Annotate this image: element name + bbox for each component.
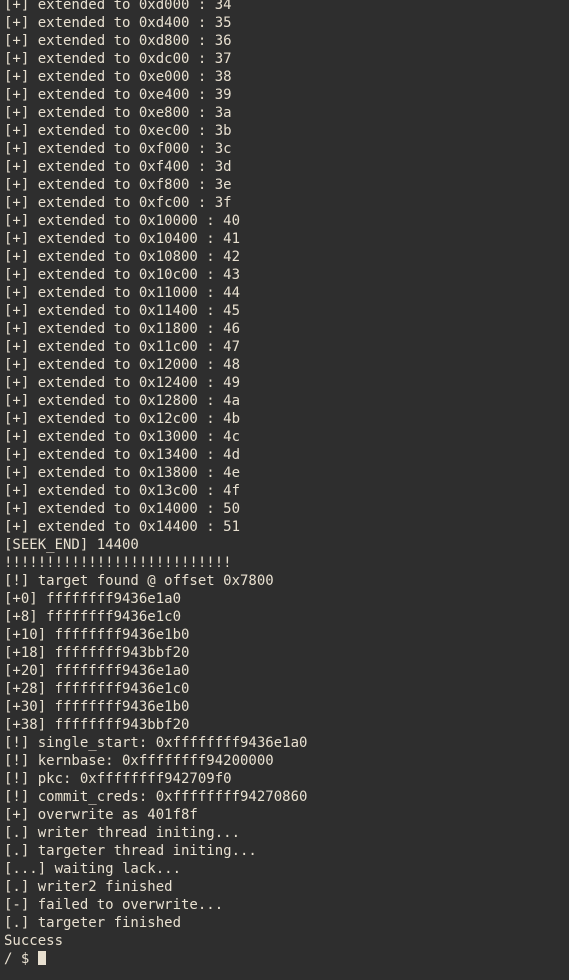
log-line-symbol: [!] pkc: 0xffffffff942709f0 — [4, 771, 232, 787]
log-line-symbol: [!] single_start: 0xffffffff9436e1a0 — [4, 735, 308, 751]
log-line-extended: [+] extended to 0xf800 : 3e — [4, 177, 232, 193]
log-line-extended: [+] extended to 0x12800 : 4a — [4, 393, 241, 409]
log-line-extended: [+] extended to 0x14400 : 51 — [4, 519, 241, 535]
log-line-extended: [+] extended to 0xec00 : 3b — [4, 123, 232, 139]
log-line-extended: [+] extended to 0xe000 : 38 — [4, 69, 232, 85]
log-line-memory-dump: [+8] ffffffff9436e1c0 — [4, 609, 182, 625]
log-line-seek-end: [SEEK_END] 14400 — [4, 537, 139, 553]
log-line-status: [.] writer2 finished — [4, 879, 173, 895]
log-line-status: [.] targeter thread initing... — [4, 843, 257, 859]
log-line-extended: [+] extended to 0x12400 : 49 — [4, 375, 241, 391]
log-line-extended: [+] extended to 0x10000 : 40 — [4, 213, 241, 229]
log-line-status: [+] overwrite as 401f8f — [4, 807, 198, 823]
log-line-extended: [+] extended to 0x11400 : 45 — [4, 303, 241, 319]
log-line-status: [...] waiting lack... — [4, 861, 182, 877]
shell-prompt-text: / $ — [4, 951, 38, 967]
terminal-screen-buffer: [+] extended to 0xd000 : 34 [+] extended … — [4, 0, 569, 968]
log-line-extended: [+] extended to 0xd800 : 36 — [4, 33, 232, 49]
terminal-window[interactable]: [+] extended to 0xd000 : 34 [+] extended … — [0, 0, 569, 980]
log-line-status: [-] failed to overwrite... — [4, 897, 224, 913]
log-line-extended: [+] extended to 0x10c00 : 43 — [4, 267, 241, 283]
log-line-memory-dump: [+0] ffffffff9436e1a0 — [4, 591, 182, 607]
log-line-extended: [+] extended to 0x12c00 : 4b — [4, 411, 241, 427]
log-line-extended: [+] extended to 0x11000 : 44 — [4, 285, 241, 301]
log-line-extended: [+] extended to 0xe400 : 39 — [4, 87, 232, 103]
log-line-extended: [+] extended to 0x11800 : 46 — [4, 321, 241, 337]
log-line-extended: [+] extended to 0x10800 : 42 — [4, 249, 241, 265]
log-line-extended: [+] extended to 0x13000 : 4c — [4, 429, 241, 445]
log-line-extended: [+] extended to 0xd000 : 34 — [4, 0, 232, 13]
log-line-extended: [+] extended to 0xdc00 : 37 — [4, 51, 232, 67]
log-line-symbol: [!] commit_creds: 0xffffffff94270860 — [4, 789, 308, 805]
log-line-memory-dump: [+20] ffffffff9436e1a0 — [4, 663, 190, 679]
log-line-extended: [+] extended to 0xd400 : 35 — [4, 15, 232, 31]
log-line-memory-dump: [+18] ffffffff943bbf20 — [4, 645, 190, 661]
log-line-target-found: [!] target found @ offset 0x7800 — [4, 573, 274, 589]
log-line-extended: [+] extended to 0xfc00 : 3f — [4, 195, 232, 211]
log-line-extended: [+] extended to 0x10400 : 41 — [4, 231, 241, 247]
log-line-extended: [+] extended to 0x13400 : 4d — [4, 447, 241, 463]
log-line-status: [.] writer thread initing... — [4, 825, 241, 841]
log-line-extended: [+] extended to 0x13c00 : 4f — [4, 483, 241, 499]
log-line-extended: [+] extended to 0xf000 : 3c — [4, 141, 232, 157]
log-line-memory-dump: [+38] ffffffff943bbf20 — [4, 717, 190, 733]
log-line-memory-dump: [+30] ffffffff9436e1b0 — [4, 699, 190, 715]
log-line-memory-dump: [+28] ffffffff9436e1c0 — [4, 681, 190, 697]
log-line-extended: [+] extended to 0x14000 : 50 — [4, 501, 241, 517]
log-line-memory-dump: [+10] ffffffff9436e1b0 — [4, 627, 190, 643]
log-line-symbol: [!] kernbase: 0xffffffff94200000 — [4, 753, 274, 769]
log-line-status: [.] targeter finished — [4, 915, 182, 931]
log-line-status: Success — [4, 933, 64, 949]
log-line-alert: !!!!!!!!!!!!!!!!!!!!!!!!!!! — [4, 555, 232, 571]
log-line-extended: [+] extended to 0x12000 : 48 — [4, 357, 241, 373]
log-line-extended: [+] extended to 0xf400 : 3d — [4, 159, 232, 175]
log-line-extended: [+] extended to 0x11c00 : 47 — [4, 339, 241, 355]
log-line-extended: [+] extended to 0xe800 : 3a — [4, 105, 232, 121]
text-cursor — [37, 951, 46, 965]
shell-prompt-line[interactable]: / $ — [4, 950, 569, 968]
log-line-extended: [+] extended to 0x13800 : 4e — [4, 465, 241, 481]
